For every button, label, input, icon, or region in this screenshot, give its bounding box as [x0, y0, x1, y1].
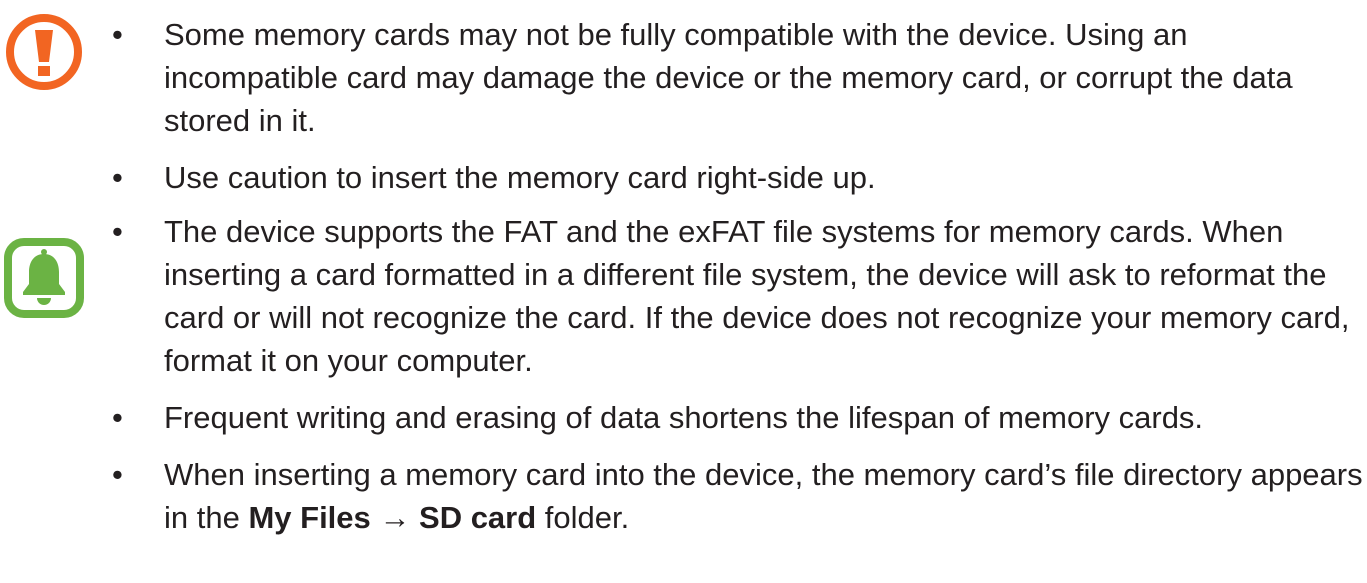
- bullet-dot: •: [112, 160, 123, 195]
- menu-path-sd-card: SD card: [419, 500, 537, 535]
- note-item-text: When inserting a memory card into the de…: [164, 457, 1363, 535]
- caution-list: • Some memory cards may not be fully com…: [112, 13, 1367, 199]
- menu-path-my-files: My Files: [248, 500, 371, 535]
- list-item: • The device supports the FAT and the ex…: [112, 210, 1367, 382]
- caution-item-text: Use caution to insert the memory card ri…: [164, 160, 876, 195]
- caution-notice: • Some memory cards may not be fully com…: [0, 0, 1367, 206]
- list-item: • Some memory cards may not be fully com…: [112, 13, 1367, 142]
- note-item-text: Frequent writing and erasing of data sho…: [164, 400, 1204, 435]
- bullet-dot: •: [112, 400, 123, 435]
- bullet-dot: •: [112, 214, 123, 249]
- note-item-text: The device supports the FAT and the exFA…: [164, 214, 1350, 378]
- list-item: • Frequent writing and erasing of data s…: [112, 396, 1367, 439]
- list-item: • Use caution to insert the memory card …: [112, 156, 1367, 199]
- list-item: • When inserting a memory card into the …: [112, 453, 1367, 539]
- caution-item-text: Some memory cards may not be fully compa…: [164, 17, 1293, 138]
- note-notice: • The device supports the FAT and the ex…: [0, 210, 1367, 583]
- note-item-suffix: folder.: [536, 500, 630, 535]
- bell-notice-icon: [2, 236, 86, 318]
- menu-path-arrow: →: [370, 500, 420, 535]
- note-list: • The device supports the FAT and the ex…: [112, 210, 1367, 539]
- caution-exclamation-icon: [4, 12, 88, 92]
- bullet-dot: •: [112, 17, 123, 52]
- bullet-dot: •: [112, 457, 123, 492]
